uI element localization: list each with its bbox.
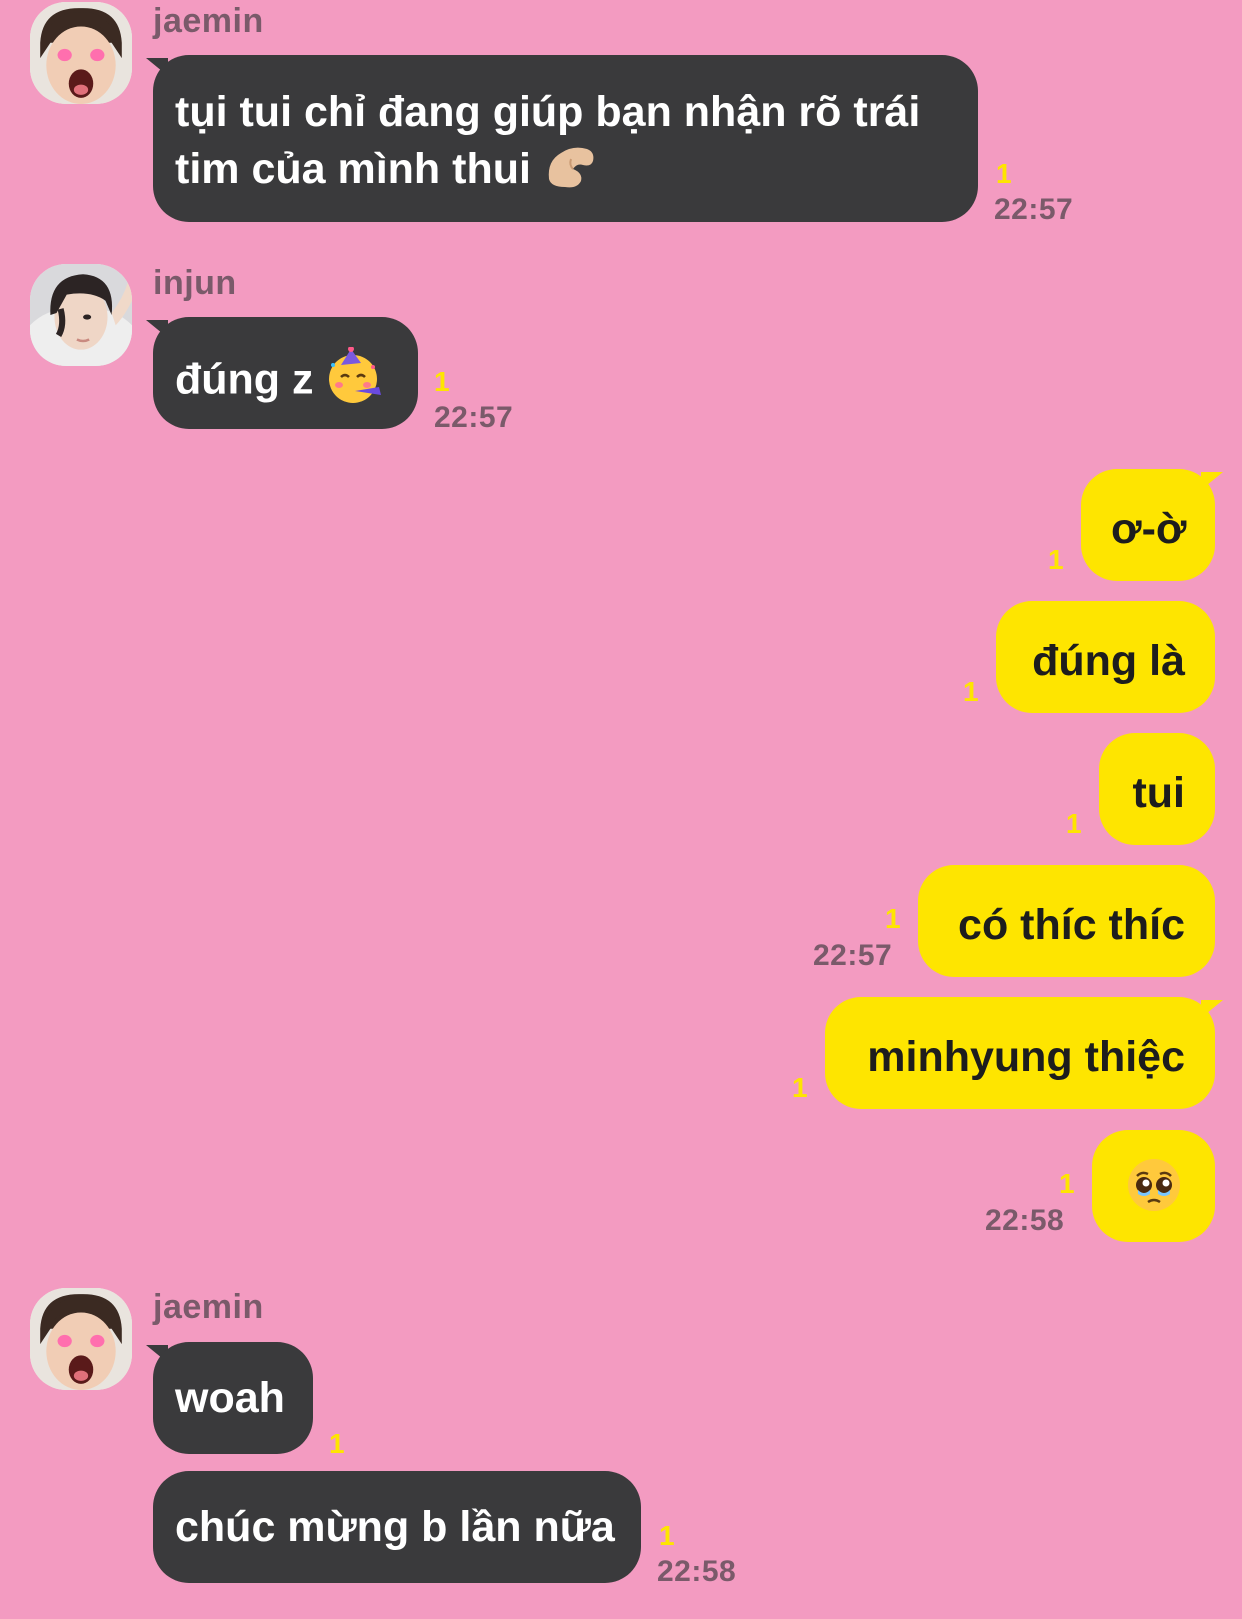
message-text-line2: tim của mình thui bbox=[175, 139, 954, 204]
avatar-jaemin[interactable] bbox=[30, 1288, 132, 1390]
message-bubble[interactable]: minhyung thiệc bbox=[825, 997, 1215, 1109]
message-time: 22:57 bbox=[994, 193, 1074, 226]
message-text: tim của mình thui bbox=[175, 144, 531, 193]
message-bubble[interactable]: ơ-ờ bbox=[1081, 469, 1215, 581]
pleading-face-icon bbox=[1125, 1156, 1183, 1226]
sender-name: jaemin bbox=[153, 2, 264, 40]
bubble-tail bbox=[1201, 1000, 1223, 1018]
unread-count: 1 bbox=[792, 1072, 808, 1103]
unread-count: 1 bbox=[329, 1428, 345, 1459]
partying-face-icon bbox=[325, 346, 385, 417]
message-text: chúc mừng b lần nữa bbox=[175, 1503, 615, 1551]
message-text: woah bbox=[175, 1374, 285, 1422]
message-time: 22:57 bbox=[434, 401, 514, 434]
message-bubble[interactable]: có thíc thíc bbox=[918, 865, 1215, 977]
message-text: có thíc thíc bbox=[958, 901, 1185, 949]
message-bubble[interactable]: woah bbox=[153, 1342, 313, 1454]
message-text: đúng là bbox=[1032, 637, 1185, 685]
sender-name: injun bbox=[153, 264, 237, 302]
sender-name: jaemin bbox=[153, 1288, 264, 1326]
message-time: 22:58 bbox=[657, 1555, 737, 1588]
message-text: đúng z bbox=[175, 355, 314, 404]
message-text: tui bbox=[1132, 769, 1185, 817]
message-time: 22:57 bbox=[813, 939, 893, 972]
avatar-injun[interactable] bbox=[30, 264, 132, 366]
unread-count: 1 bbox=[1066, 808, 1082, 839]
avatar-jaemin[interactable] bbox=[30, 2, 132, 104]
bubble-tail bbox=[1201, 472, 1223, 490]
message-text: minhyung thiệc bbox=[867, 1033, 1185, 1081]
unread-count: 1 bbox=[963, 676, 979, 707]
avatar-injun-image bbox=[30, 264, 132, 366]
unread-count: 1 bbox=[1059, 1168, 1075, 1199]
unread-count: 1 bbox=[885, 903, 901, 934]
message-bubble[interactable] bbox=[1092, 1130, 1215, 1242]
avatar-jaemin-image bbox=[30, 2, 132, 104]
message-bubble[interactable]: đúng là bbox=[996, 601, 1215, 713]
unread-count: 1 bbox=[659, 1520, 675, 1551]
message-bubble[interactable]: chúc mừng b lần nữa bbox=[153, 1471, 641, 1583]
message-time: 22:58 bbox=[985, 1204, 1065, 1237]
avatar-jaemin-image bbox=[30, 1288, 132, 1390]
message-bubble[interactable]: tui bbox=[1099, 733, 1215, 845]
unread-count: 1 bbox=[1048, 544, 1064, 575]
message-bubble[interactable]: tụi tui chỉ đang giúp bạn nhận rõ trái t… bbox=[153, 55, 978, 222]
unread-count: 1 bbox=[996, 158, 1012, 189]
message-text: tụi tui chỉ đang giúp bạn nhận rõ trái bbox=[175, 88, 921, 136]
message-text: ơ-ờ bbox=[1111, 505, 1187, 553]
message-bubble[interactable]: đúng z bbox=[153, 317, 418, 429]
unread-count: 1 bbox=[434, 366, 450, 397]
pinching-hand-icon bbox=[543, 139, 599, 204]
